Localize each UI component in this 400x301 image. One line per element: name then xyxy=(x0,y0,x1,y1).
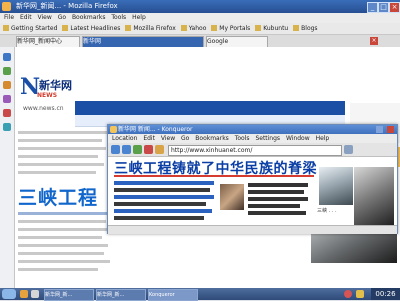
taskbar-item[interactable]: Konqueror xyxy=(148,289,198,301)
menu-bookmarks[interactable]: Bookmarks xyxy=(72,14,106,21)
news-photo[interactable] xyxy=(354,167,394,225)
konqueror-menu-bar: Location Edit View Go Bookmarks Tools Se… xyxy=(108,134,397,143)
bookmark-item[interactable]: My Portals xyxy=(211,25,250,32)
menu-view[interactable]: View xyxy=(38,14,52,21)
bookmark-item[interactable]: Getting Started xyxy=(3,25,57,32)
menu-edit[interactable]: Edit xyxy=(143,135,155,142)
taskbar-item[interactable]: 新华网_新... xyxy=(96,289,146,301)
tray-icon[interactable] xyxy=(344,290,352,298)
menu-bar: File Edit View Go Bookmarks Tools Help xyxy=(0,13,400,23)
bookmark-item[interactable]: Latest Headlines xyxy=(62,25,120,32)
status-bar xyxy=(108,225,397,234)
window-title: 新华网_新闻... - Mozilla Firefox xyxy=(16,2,118,10)
maximize-icon[interactable]: □ xyxy=(378,2,389,13)
menu-window[interactable]: Window xyxy=(286,135,310,142)
logo-news: NEWS xyxy=(37,92,58,99)
menu-view[interactable]: View xyxy=(161,135,175,142)
bookmark-item[interactable]: Yahoo xyxy=(180,25,206,32)
menu-help[interactable]: Help xyxy=(316,135,330,142)
tab-bar: 新华网_新闻中心 新华网 Google × xyxy=(0,35,400,47)
clock[interactable]: 00:26 xyxy=(371,288,400,300)
app-icon xyxy=(2,2,11,11)
konqueror-window: 新华网 新闻... - Konqueror Location Edit View… xyxy=(107,124,398,234)
bookmark-item[interactable]: Blogs xyxy=(293,25,318,32)
sidebar xyxy=(0,47,15,288)
menu-location[interactable]: Location xyxy=(112,135,137,142)
close-icon[interactable] xyxy=(387,126,394,133)
bookmark-item[interactable]: Mozilla Firefox xyxy=(125,25,176,32)
konqueror-title: 新华网 新闻... - Konqueror xyxy=(118,126,193,133)
menu-edit[interactable]: Edit xyxy=(20,14,32,21)
menu-go[interactable]: Go xyxy=(58,14,66,21)
tab-3[interactable]: Google xyxy=(206,36,268,47)
news-photo[interactable] xyxy=(220,184,244,210)
stop-icon[interactable] xyxy=(144,145,153,154)
taskbar: 新华网_新... 新华网_新... Konqueror 00:26 xyxy=(0,288,400,301)
bookmark-item[interactable]: Kubuntu xyxy=(255,25,288,32)
tab-active[interactable]: 新华网 xyxy=(82,36,204,47)
bookmarks-toolbar: Getting Started Latest Headlines Mozilla… xyxy=(0,23,400,35)
konqueror-page: 三峡工程铸就了中华民族的脊梁 三峡 . . . xyxy=(108,157,397,225)
headline[interactable]: 三峡工程 xyxy=(18,183,98,210)
konqueror-app-icon xyxy=(110,126,117,133)
search-icon[interactable] xyxy=(344,145,353,154)
home-icon[interactable] xyxy=(155,145,164,154)
menu-tools[interactable]: Tools xyxy=(111,14,126,21)
divider xyxy=(114,175,314,177)
home-icon[interactable] xyxy=(3,53,11,61)
close-tab-icon[interactable]: × xyxy=(370,37,378,45)
menu-settings[interactable]: Settings xyxy=(255,135,280,142)
logo-url: www.news.cn xyxy=(23,105,64,112)
konqueror-toolbar: http://www.xinhuanet.com/ xyxy=(108,143,397,157)
reload-icon[interactable] xyxy=(133,145,142,154)
quicklaunch-icon[interactable] xyxy=(20,290,28,298)
news-photo[interactable] xyxy=(319,167,353,205)
news-list xyxy=(18,127,113,183)
forward-icon[interactable] xyxy=(122,145,131,154)
konqueror-title-bar[interactable]: 新华网 新闻... - Konqueror xyxy=(108,125,397,134)
quicklaunch-icon[interactable] xyxy=(31,290,39,298)
bookmark-icon[interactable] xyxy=(3,123,11,131)
menu-help[interactable]: Help xyxy=(132,14,146,21)
stop-icon[interactable] xyxy=(3,109,11,117)
history-icon[interactable] xyxy=(3,95,11,103)
reload-icon[interactable] xyxy=(3,81,11,89)
menu-go[interactable]: Go xyxy=(181,135,189,142)
photo-caption: 三峡 . . . xyxy=(317,208,337,214)
back-icon[interactable] xyxy=(111,145,120,154)
minimize-icon[interactable]: _ xyxy=(367,2,378,13)
tray-icon[interactable] xyxy=(356,290,364,298)
tab-1[interactable]: 新华网_新闻中心 xyxy=(16,36,80,47)
logo-text: 新华网 xyxy=(39,79,72,92)
start-menu-icon[interactable] xyxy=(2,289,16,299)
minimize-icon[interactable] xyxy=(376,126,383,133)
news-list-bottom xyxy=(18,210,118,280)
forward-icon[interactable] xyxy=(3,67,11,75)
site-nav[interactable] xyxy=(75,101,345,115)
menu-file[interactable]: File xyxy=(4,14,14,21)
url-input[interactable]: http://www.xinhuanet.com/ xyxy=(168,145,342,156)
menu-tools[interactable]: Tools xyxy=(235,135,250,142)
title-bar[interactable]: 新华网_新闻... - Mozilla Firefox _ □ × xyxy=(0,0,400,13)
close-icon[interactable]: × xyxy=(389,2,400,13)
menu-bookmarks[interactable]: Bookmarks xyxy=(195,135,229,142)
taskbar-item[interactable]: 新华网_新... xyxy=(44,289,94,301)
